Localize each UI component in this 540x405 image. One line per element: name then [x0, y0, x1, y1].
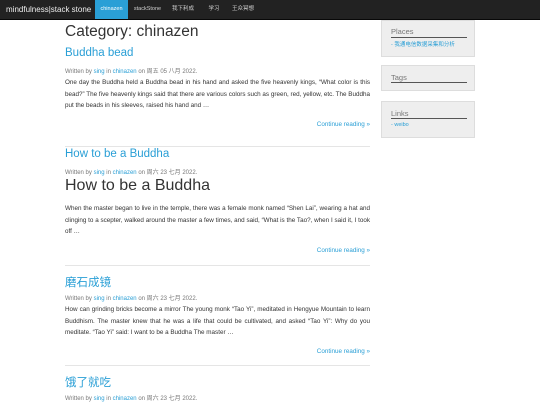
post-meta: Written by sing in chinazen on 周六 23 七月 … [65, 393, 197, 402]
author-link[interactable]: sing [94, 170, 105, 176]
meta-prefix: Written by [65, 296, 92, 302]
site-brand[interactable]: mindfulness|stack stone [6, 0, 91, 19]
category-link[interactable]: chinazen [113, 296, 137, 302]
continue-reading-link[interactable]: Continue reading » [317, 121, 370, 128]
widget-link-places[interactable]: - 我通电信数据采集和分析 [391, 40, 455, 48]
post-date: 周六 23 七月 2022. [146, 396, 198, 402]
post-meta: Written by sing in chinazen on 周五 05 八月 … [65, 66, 197, 75]
post-content-heading: How to be a Buddha [65, 177, 210, 194]
post-excerpt: When the master began to live in the tem… [65, 205, 370, 235]
meta-on: on [138, 396, 145, 402]
post-title-link[interactable]: 饿了就吃 [65, 374, 111, 390]
post-meta: Written by sing in chinazen on 周六 23 七月 … [65, 167, 197, 176]
meta-prefix: Written by [65, 69, 92, 75]
post-excerpt: One day the Buddha held a Buddha bead in… [65, 79, 370, 109]
page-title: Category: chinazen [65, 23, 199, 40]
author-link[interactable]: sing [94, 69, 105, 75]
post-meta: Written by sing in chinazen on 周六 23 七月 … [65, 293, 197, 302]
post-title-link[interactable]: How to be a Buddha [65, 148, 169, 160]
post-title-link[interactable]: Buddha bead [65, 47, 133, 59]
nav-item-study[interactable]: 学习 [202, 0, 226, 19]
top-navbar: mindfulness|stack stone chinazen stackSt… [0, 0, 540, 20]
sidebar-widget-tags: Tags [381, 65, 475, 91]
continue-reading-link[interactable]: Continue reading » [317, 348, 370, 355]
nav-item-stackstone[interactable]: stackStone [129, 0, 166, 19]
post-divider [65, 146, 370, 147]
widget-link-weibo[interactable]: - weibo [391, 122, 409, 128]
meta-on: on [138, 296, 145, 302]
meta-prefix: Written by [65, 170, 92, 176]
continue-reading-link[interactable]: Continue reading » [317, 247, 370, 254]
nav-item-meditation[interactable]: 王众冥想 [228, 0, 258, 19]
meta-in: in [106, 396, 111, 402]
widget-title-links: Links [391, 109, 409, 118]
category-link[interactable]: chinazen [113, 69, 137, 75]
post-date: 周六 23 七月 2022. [146, 296, 198, 302]
sidebar-widget-links: Links - weibo [381, 101, 475, 138]
category-link[interactable]: chinazen [113, 170, 137, 176]
meta-in: in [106, 170, 111, 176]
meta-on: on [138, 69, 145, 75]
widget-divider [391, 82, 467, 83]
widget-divider [391, 37, 467, 38]
post-title-link[interactable]: 磨石成镜 [65, 274, 111, 290]
nav-item-3[interactable]: 我下利成 [168, 0, 198, 19]
meta-prefix: Written by [65, 396, 92, 402]
author-link[interactable]: sing [94, 296, 105, 302]
meta-in: in [106, 296, 111, 302]
sidebar-widget-places: Places - 我通电信数据采集和分析 [381, 20, 475, 57]
meta-on: on [138, 170, 145, 176]
widget-title-tags: Tags [391, 73, 407, 82]
author-link[interactable]: sing [94, 396, 105, 402]
post-date: 周六 23 七月 2022. [146, 170, 198, 176]
widget-divider [391, 118, 467, 119]
widget-title-places: Places [391, 27, 414, 36]
post-date: 周五 05 八月 2022. [146, 69, 198, 75]
post-excerpt: How can grinding bricks become a mirror … [65, 306, 370, 336]
category-link[interactable]: chinazen [113, 396, 137, 402]
post-divider [65, 265, 370, 266]
meta-in: in [106, 69, 111, 75]
nav-item-chinazen[interactable]: chinazen [95, 0, 128, 19]
post-divider [65, 365, 370, 366]
